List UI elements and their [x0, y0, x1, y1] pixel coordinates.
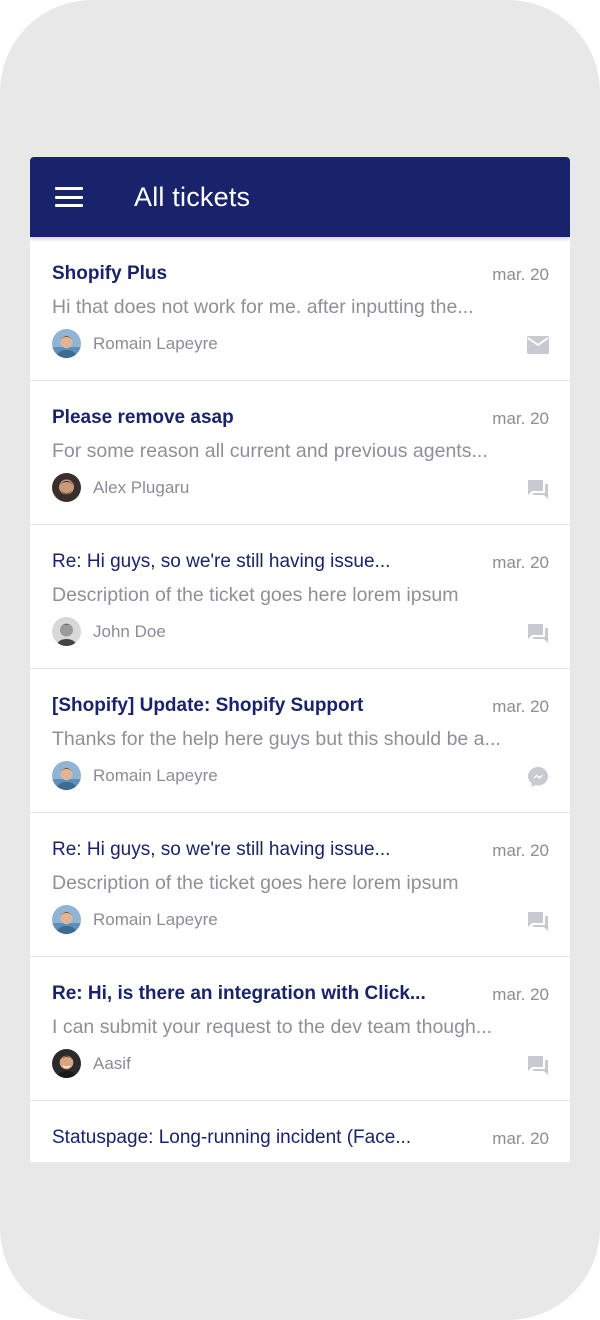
ticket-preview: Hi that does not work for me. after inpu… — [52, 296, 474, 318]
ticket-row[interactable]: [Shopify] Update: Shopify Support mar. 2… — [30, 669, 570, 813]
ticket-author: Romain Lapeyre — [52, 905, 218, 934]
ticket-date: mar. 20 — [492, 1129, 549, 1148]
author-name: Romain Lapeyre — [93, 765, 218, 785]
avatar — [52, 473, 81, 502]
ticket-list: Shopify Plus mar. 20 Hi that does not wo… — [30, 237, 570, 1162]
ticket-author: Aasif — [52, 1049, 131, 1078]
author-name: Romain Lapeyre — [93, 909, 218, 929]
email-icon — [526, 333, 550, 357]
avatar — [52, 1049, 81, 1078]
ticket-preview: Thanks for the help here guys but this s… — [52, 728, 501, 750]
avatar — [52, 905, 81, 934]
ticket-title: Please remove asap — [52, 407, 234, 428]
chat-icon — [526, 621, 550, 645]
ticket-title: Re: Hi guys, so we're still having issue… — [52, 839, 391, 860]
avatar — [52, 329, 81, 358]
ticket-date: mar. 20 — [492, 553, 549, 572]
avatar — [52, 761, 81, 790]
ticket-date: mar. 20 — [492, 841, 549, 860]
ticket-row[interactable]: Please remove asap mar. 20 For some reas… — [30, 381, 570, 525]
ticket-author: Romain Lapeyre — [52, 329, 218, 358]
ticket-row[interactable]: Re: Hi guys, so we're still having issue… — [30, 525, 570, 669]
ticket-row[interactable]: Statuspage: Long-running incident (Face.… — [30, 1101, 570, 1162]
ticket-preview: For some reason all current and previous… — [52, 440, 488, 462]
messenger-icon — [526, 765, 550, 789]
avatar — [52, 617, 81, 646]
ticket-title: Shopify Plus — [52, 263, 168, 284]
app-header: All tickets — [30, 157, 570, 237]
ticket-title: Re: Hi, is there an integration with Cli… — [52, 983, 426, 1004]
ticket-author: Alex Plugaru — [52, 473, 189, 502]
device-frame: All tickets Shopify Plus mar. 20 Hi that… — [0, 0, 600, 1320]
ticket-title: Statuspage: Long-running incident (Face.… — [52, 1127, 412, 1148]
ticket-title: [Shopify] Update: Shopify Support — [52, 695, 364, 716]
ticket-preview: I can submit your request to the dev tea… — [52, 1016, 493, 1038]
chat-icon — [526, 477, 550, 501]
page-title: All tickets — [134, 181, 251, 212]
ticket-date: mar. 20 — [492, 985, 549, 1004]
ticket-date: mar. 20 — [492, 265, 549, 284]
author-name: Romain Lapeyre — [93, 333, 218, 353]
author-name: John Doe — [93, 621, 166, 641]
ticket-row[interactable]: Re: Hi, is there an integration with Cli… — [30, 957, 570, 1101]
ticket-title: Re: Hi guys, so we're still having issue… — [52, 551, 391, 572]
chat-icon — [526, 909, 550, 933]
app-screen: All tickets Shopify Plus mar. 20 Hi that… — [30, 157, 570, 1162]
ticket-author: Romain Lapeyre — [52, 761, 218, 790]
ticket-date: mar. 20 — [492, 697, 549, 716]
ticket-row[interactable]: Shopify Plus mar. 20 Hi that does not wo… — [30, 237, 570, 381]
author-name: Aasif — [93, 1053, 131, 1073]
ticket-author: John Doe — [52, 617, 166, 646]
author-name: Alex Plugaru — [93, 477, 190, 497]
ticket-preview: Description of the ticket goes here lore… — [52, 584, 459, 606]
ticket-date: mar. 20 — [492, 409, 549, 428]
hamburger-menu-icon[interactable] — [55, 187, 83, 207]
ticket-row[interactable]: Re: Hi guys, so we're still having issue… — [30, 813, 570, 957]
chat-icon — [526, 1053, 550, 1077]
ticket-preview: Description of the ticket goes here lore… — [52, 872, 459, 894]
